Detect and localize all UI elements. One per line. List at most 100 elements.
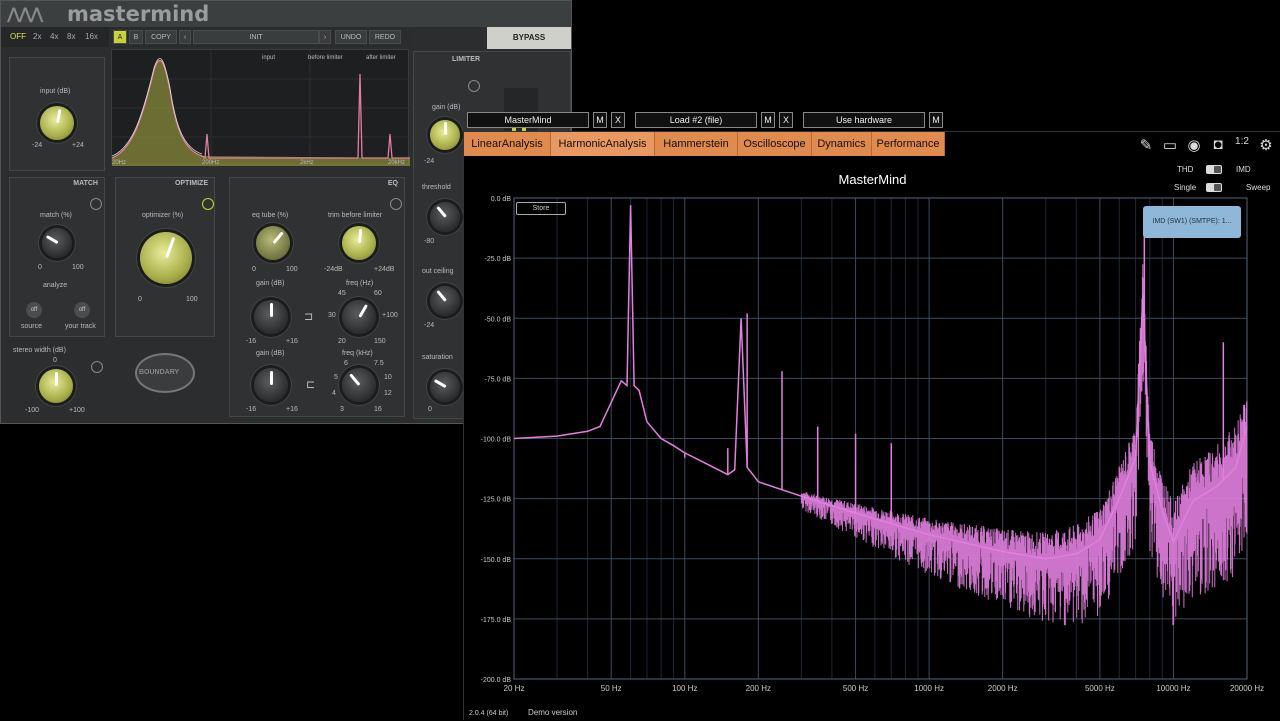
- freq-khz-tick: 16: [374, 406, 382, 413]
- oversampling-8x[interactable]: 8x: [67, 32, 75, 41]
- use-hardware-button[interactable]: Use hardware: [803, 112, 925, 128]
- stereo-power-icon[interactable]: [91, 361, 103, 373]
- eq-gain2-knob[interactable]: [254, 368, 288, 402]
- preset-a-button[interactable]: A: [113, 30, 127, 44]
- trim-knob[interactable]: [342, 226, 376, 260]
- eq-tube-knob[interactable]: [256, 226, 290, 260]
- redo-button[interactable]: REDO: [369, 30, 401, 44]
- spectrum-tick: 200Hz: [202, 160, 220, 166]
- spectrum-tick: 2kHz: [300, 160, 314, 166]
- y-tick-label: -200.0 dB: [481, 677, 512, 684]
- x-tick-label: 500 Hz: [843, 684, 868, 693]
- legend-input: input: [262, 55, 276, 61]
- freq-hz-tick: 45: [338, 290, 346, 297]
- limiter-gain-min: -24: [424, 158, 435, 165]
- oversampling-4x[interactable]: 4x: [50, 32, 58, 41]
- source-toggle[interactable]: off: [26, 302, 42, 318]
- trim-max: +24dB: [374, 266, 395, 273]
- preset-b-button[interactable]: B: [129, 30, 143, 44]
- eq-gain1-label: gain (dB): [256, 280, 285, 287]
- eq-gain2-min: -16: [246, 406, 257, 413]
- match-power-icon[interactable]: [90, 198, 102, 210]
- optimizer-min: 0: [138, 296, 142, 303]
- version-text: 2.0.4 (64 bit): [469, 710, 509, 717]
- match-panel: MATCH match (%) 0 100 analyze off off so…: [9, 177, 105, 337]
- freq-hz-tick: 30: [328, 312, 336, 319]
- freq-khz-tick: 5: [334, 374, 338, 381]
- store-button[interactable]: Store: [516, 202, 566, 215]
- preset-copy-button[interactable]: COPY: [145, 30, 177, 44]
- input-knob[interactable]: [40, 106, 74, 140]
- trim-min: -24dB: [324, 266, 343, 273]
- threshold-knob[interactable]: [430, 202, 460, 232]
- oversampling-16x[interactable]: 16x: [85, 32, 98, 41]
- eq-gain2-label: gain (dB): [256, 350, 285, 357]
- saturation-label: saturation: [422, 354, 453, 361]
- analyze-label: analyze: [43, 282, 68, 289]
- stereo-width-knob[interactable]: [39, 369, 73, 403]
- preset-prev-button[interactable]: ‹: [179, 30, 191, 44]
- high-shelf-icon: ⊏: [306, 379, 316, 391]
- boundary-badge-text: BOUNDARY: [139, 369, 180, 376]
- eq-tube-label: eq tube (%): [252, 212, 289, 219]
- eq-gain1-min: -16: [246, 338, 257, 345]
- imd-legend-box[interactable]: IMD (SW1) (SMTPE): 1...: [1143, 206, 1241, 238]
- mastermind-m-button[interactable]: M: [593, 112, 607, 128]
- oversampling-bar: OFF 2x 4x 8x 16x: [1, 27, 109, 47]
- hardware-m-button[interactable]: M: [929, 112, 943, 128]
- threshold-min: -80: [424, 238, 435, 245]
- your-track-label: your track: [65, 323, 96, 330]
- optimizer-max: 100: [186, 296, 198, 303]
- stereo-mid: 0: [53, 357, 57, 364]
- optimize-power-icon[interactable]: [202, 198, 214, 210]
- x-tick-label: 200 Hz: [746, 684, 771, 693]
- oversampling-2x[interactable]: 2x: [33, 32, 41, 41]
- optimizer-knob[interactable]: [140, 232, 192, 284]
- undo-button[interactable]: UNDO: [335, 30, 367, 44]
- freq-khz-label: freq (kHz): [342, 350, 373, 357]
- preset-next-button[interactable]: ›: [319, 30, 331, 44]
- freq-khz-tick: 6: [344, 360, 348, 367]
- y-tick-label: -25.0 dB: [485, 256, 512, 263]
- optimize-title: OPTIMIZE: [174, 180, 208, 187]
- freq-hz-tick: 60: [374, 290, 382, 297]
- eq-tube-min: 0: [252, 266, 256, 273]
- match-title: MATCH: [73, 180, 98, 187]
- oversampling-off[interactable]: OFF: [10, 32, 26, 41]
- out-ceiling-min: -24: [424, 322, 435, 329]
- eq-gain2-max: +16: [286, 406, 298, 413]
- y-tick-label: -100.0 dB: [481, 437, 512, 444]
- spectrum-tick: 20Hz: [112, 160, 127, 166]
- bypass-button[interactable]: BYPASS: [487, 27, 571, 49]
- limiter-gain-knob[interactable]: [430, 120, 460, 150]
- x-tick-label: 100 Hz: [672, 684, 697, 693]
- your-track-toggle[interactable]: off: [74, 302, 90, 318]
- preset-name[interactable]: INIT: [193, 30, 319, 44]
- stereo-min: -100: [25, 407, 40, 414]
- eq-gain1-knob[interactable]: [254, 300, 288, 334]
- mastermind-x-button[interactable]: X: [611, 112, 625, 128]
- y-tick-label: -150.0 dB: [481, 557, 512, 564]
- limiter-gain-label: gain (dB): [432, 104, 461, 111]
- y-tick-label: -125.0 dB: [481, 497, 512, 504]
- boundary-badge-icon: BOUNDARY: [135, 353, 195, 393]
- load-file-button[interactable]: Load #2 (file): [635, 112, 757, 128]
- saturation-min: 0: [428, 406, 432, 413]
- y-tick-label: -175.0 dB: [481, 617, 512, 624]
- x-tick-label: 2000 Hz: [988, 684, 1018, 693]
- freq-khz-tick: 10: [384, 374, 392, 381]
- load-x-button[interactable]: X: [779, 112, 793, 128]
- freq-khz-knob[interactable]: [342, 368, 376, 402]
- plugin-mastermind-button[interactable]: MasterMind: [467, 112, 589, 128]
- match-knob[interactable]: [42, 228, 72, 258]
- logo-mark-icon: ⋀⋀⋀: [7, 4, 43, 23]
- stereo-max: +100: [69, 407, 85, 414]
- stereo-width-label: stereo width (dB): [13, 347, 66, 354]
- limiter-power-icon[interactable]: [468, 80, 480, 92]
- load-m-button[interactable]: M: [761, 112, 775, 128]
- saturation-knob[interactable]: [430, 372, 460, 402]
- out-ceiling-knob[interactable]: [430, 286, 460, 316]
- eq-power-icon[interactable]: [390, 198, 402, 210]
- freq-hz-knob[interactable]: [342, 300, 376, 334]
- input-panel: input (dB) -24 +24: [9, 57, 105, 171]
